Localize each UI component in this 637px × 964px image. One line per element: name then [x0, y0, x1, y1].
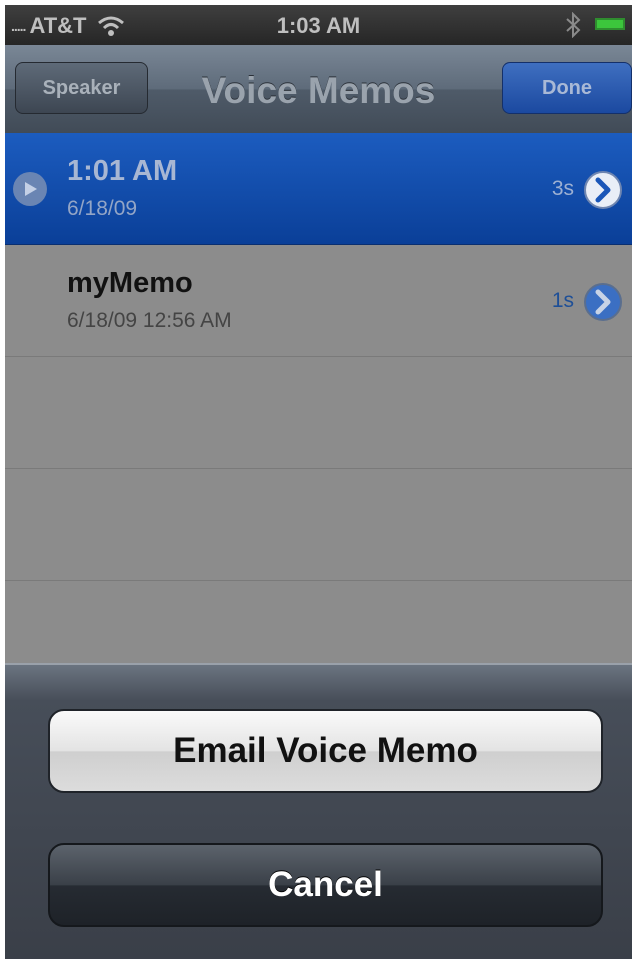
disclosure-chevron-icon[interactable] — [582, 281, 624, 323]
memo-row[interactable]: myMemo 6/18/09 12:56 AM 1s — [5, 245, 632, 357]
status-bar: ..... AT&T 1:03 AM — [5, 5, 632, 45]
empty-row — [5, 357, 632, 469]
phone-screen: ..... AT&T 1:03 AM Speaker Voice Memos D… — [5, 5, 632, 959]
memo-list: 1:01 AM 6/18/09 3s myMemo 6/18/09 12:56 … — [5, 133, 632, 663]
navigation-bar: Speaker Voice Memos Done — [5, 45, 632, 134]
memo-date: 6/18/09 — [67, 197, 138, 220]
action-sheet: Email Voice Memo Cancel — [5, 663, 632, 959]
battery-icon — [595, 18, 625, 30]
email-voice-memo-button[interactable]: Email Voice Memo — [48, 709, 603, 793]
disclosure-chevron-icon[interactable] — [582, 169, 624, 211]
memo-duration: 3s — [551, 177, 574, 200]
memo-row-selected[interactable]: 1:01 AM 6/18/09 3s — [5, 133, 632, 245]
memo-date: 6/18/09 12:56 AM — [67, 309, 232, 332]
cancel-button[interactable]: Cancel — [48, 843, 603, 927]
status-time: 1:03 AM — [276, 13, 361, 38]
bluetooth-icon — [566, 12, 581, 38]
memo-title: 1:01 AM — [67, 155, 178, 187]
memo-duration: 1s — [551, 289, 574, 312]
memo-title: myMemo — [67, 267, 193, 299]
done-button[interactable]: Done — [502, 62, 632, 114]
play-icon[interactable] — [13, 172, 47, 206]
empty-row — [5, 469, 632, 581]
